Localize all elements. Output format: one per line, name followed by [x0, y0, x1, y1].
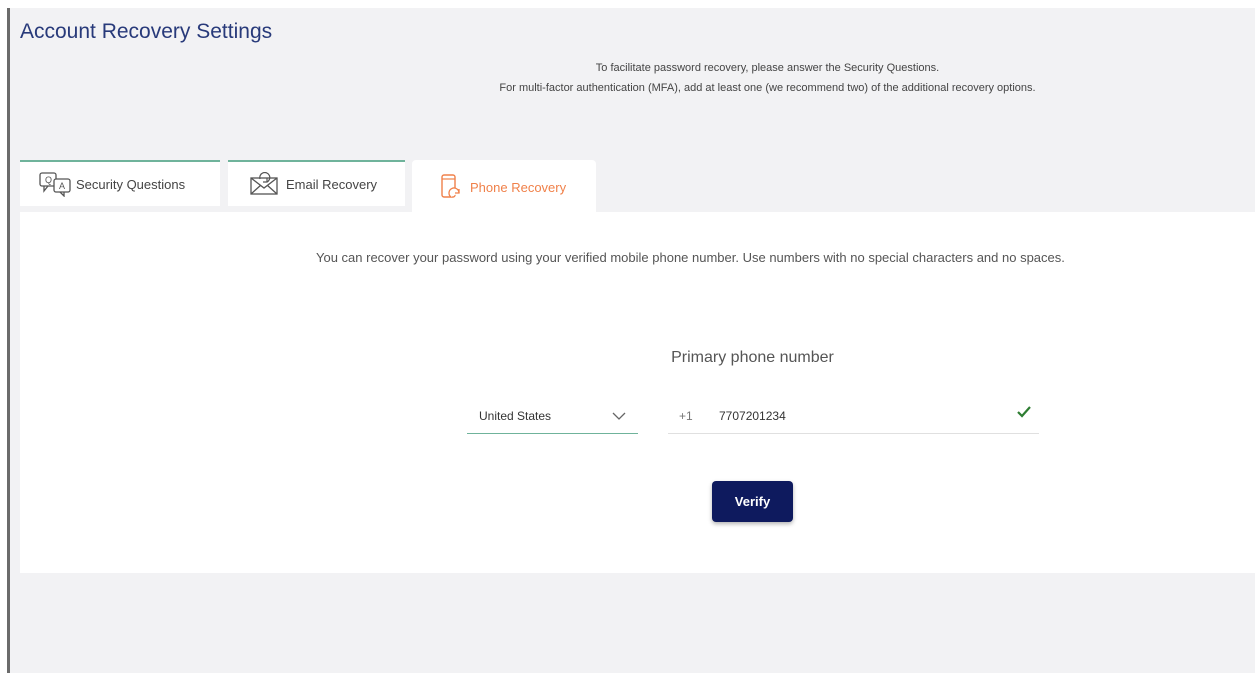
- intro-line-1: To facilitate password recovery, please …: [595, 62, 940, 74]
- phone-input[interactable]: [719, 408, 989, 423]
- phone-field: +1: [668, 398, 1039, 434]
- svg-text:A: A: [59, 181, 65, 191]
- country-code: +1: [679, 408, 693, 423]
- tab-label: Security Questions: [76, 176, 186, 192]
- country-value: United States: [479, 408, 552, 423]
- email-icon: [248, 170, 282, 198]
- tab-label: Phone Recovery: [470, 179, 567, 195]
- tab-label: Email Recovery: [286, 176, 378, 192]
- tab-security-questions[interactable]: Q A Security Questions: [20, 160, 220, 206]
- field-heading: Primary phone number: [671, 349, 834, 366]
- svg-text:Q: Q: [45, 175, 52, 185]
- country-select[interactable]: United States: [467, 398, 638, 434]
- panel-description: You can recover your password using your…: [316, 250, 1065, 265]
- security-questions-icon: Q A: [38, 170, 72, 198]
- phone-recovery-panel: You can recover your password using your…: [20, 212, 1255, 573]
- verify-button[interactable]: Verify: [712, 481, 793, 522]
- chevron-down-icon: [612, 409, 626, 423]
- page-title: Account Recovery Settings: [20, 20, 273, 43]
- tab-email-recovery[interactable]: Email Recovery: [228, 160, 405, 206]
- checkmark-icon: [1017, 406, 1031, 421]
- account-recovery-page: Account Recovery Settings To facilitate …: [10, 8, 1255, 673]
- tab-phone-recovery[interactable]: Phone Recovery: [412, 160, 596, 212]
- intro-line-2: For multi-factor authentication (MFA), a…: [499, 82, 1036, 94]
- intro-text: To facilitate password recovery, please …: [10, 58, 1255, 98]
- phone-icon: [438, 173, 462, 201]
